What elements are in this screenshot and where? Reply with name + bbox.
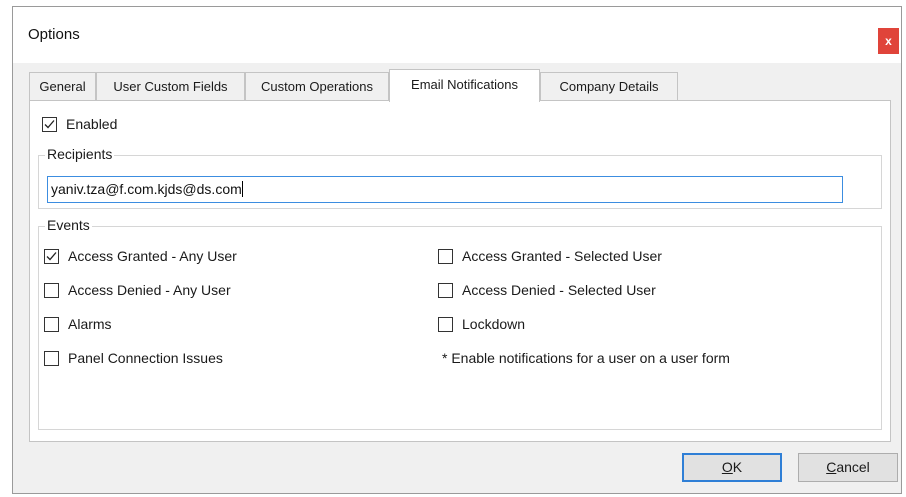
- access-granted-selected-user-checkbox[interactable]: [438, 249, 453, 264]
- tab-label: User Custom Fields: [113, 79, 228, 94]
- tab-label: Custom Operations: [261, 79, 373, 94]
- tab-email-notifications[interactable]: Email Notifications: [389, 69, 540, 102]
- recipients-title: Recipients: [45, 146, 115, 162]
- panel-connection-issues-checkbox[interactable]: [44, 351, 59, 366]
- access-denied-any-user-label: Access Denied - Any User: [68, 282, 231, 298]
- checkmark-icon: [46, 252, 57, 261]
- access-denied-selected-user-label: Access Denied - Selected User: [462, 282, 656, 298]
- recipients-value: yaniv.tza@f.com.kjds@ds.com: [51, 181, 242, 197]
- tab-company-details[interactable]: Company Details: [540, 72, 678, 101]
- recipients-input[interactable]: yaniv.tza@f.com.kjds@ds.com: [47, 176, 843, 203]
- dialog-title: Options: [28, 26, 80, 43]
- email-notifications-panel: Enabled Recipients yaniv.tza@f.com.kjds@…: [29, 100, 891, 442]
- title-bar: Options x: [13, 7, 901, 63]
- user-notification-note: * Enable notifications for a user on a u…: [442, 350, 730, 366]
- lockdown-checkbox[interactable]: [438, 317, 453, 332]
- close-button[interactable]: x: [878, 28, 899, 54]
- ok-mnemonic: O: [721, 459, 733, 475]
- close-icon: x: [885, 34, 892, 48]
- checkmark-icon: [44, 120, 55, 129]
- panel-connection-issues-label: Panel Connection Issues: [68, 350, 223, 366]
- tab-label: General: [39, 79, 86, 94]
- recipients-group: Recipients yaniv.tza@f.com.kjds@ds.com: [38, 146, 882, 209]
- enabled-checkbox[interactable]: [42, 117, 57, 132]
- options-dialog: Options x General User Custom Fields Cus…: [12, 6, 902, 494]
- access-granted-any-user-label: Access Granted - Any User: [68, 248, 237, 264]
- text-caret: [241, 181, 243, 197]
- events-title: Events: [45, 217, 92, 233]
- ok-label: K: [732, 459, 743, 475]
- tab-label: Email Notifications: [411, 77, 518, 92]
- access-denied-any-user-checkbox[interactable]: [44, 283, 59, 298]
- access-denied-selected-user-checkbox[interactable]: [438, 283, 453, 298]
- ok-button[interactable]: OK: [682, 453, 782, 482]
- access-granted-selected-user-label: Access Granted - Selected User: [462, 248, 662, 264]
- tab-label: Company Details: [559, 79, 659, 94]
- tab-general[interactable]: General: [29, 72, 96, 101]
- access-granted-any-user-checkbox[interactable]: [44, 249, 59, 264]
- cancel-button[interactable]: Cancel: [798, 453, 898, 482]
- alarms-checkbox[interactable]: [44, 317, 59, 332]
- alarms-label: Alarms: [68, 316, 112, 332]
- tab-custom-operations[interactable]: Custom Operations: [245, 72, 389, 101]
- lockdown-label: Lockdown: [462, 316, 526, 332]
- tab-user-custom-fields[interactable]: User Custom Fields: [96, 72, 245, 101]
- cancel-label: ancel: [836, 459, 870, 475]
- events-group: Events Access Granted - Any User Access …: [38, 217, 882, 430]
- enabled-label: Enabled: [66, 116, 118, 132]
- cancel-mnemonic: C: [826, 459, 837, 475]
